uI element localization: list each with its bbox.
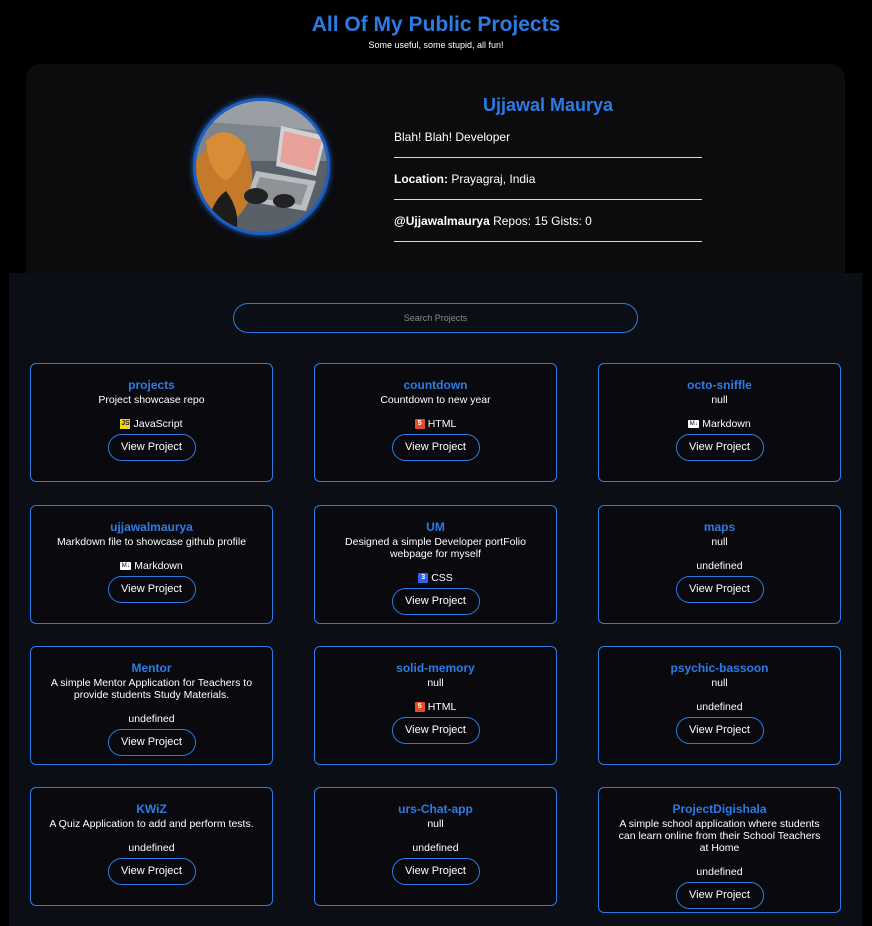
project-name: KWiZ: [136, 802, 167, 816]
project-language: M↓ Markdown: [599, 418, 840, 430]
project-description: A simple school application where studen…: [618, 818, 821, 854]
project-language: undefined: [31, 713, 272, 725]
profile-bio: Blah! Blah! Developer: [394, 116, 702, 158]
username: @Ujjawalmaurya: [394, 214, 490, 228]
view-project-button[interactable]: View Project: [391, 858, 480, 885]
project-card: solid-memory null 5 HTML View Project: [314, 646, 557, 765]
project-card: ProjectDigishala A simple school applicat…: [598, 787, 841, 913]
project-description: null: [427, 677, 444, 689]
project-language: JS JavaScript: [31, 418, 272, 430]
view-project-button[interactable]: View Project: [391, 717, 480, 744]
project-description: Designed a simple Developer portFolio we…: [345, 536, 526, 560]
project-card: ujjawalmaurya Markdown file to showcase g…: [30, 505, 273, 624]
language-label: JavaScript: [133, 418, 183, 430]
view-project-button[interactable]: View Project: [107, 858, 196, 885]
project-card: octo-sniffle null M↓ Markdown View Project: [598, 363, 841, 482]
view-project-button[interactable]: View Project: [675, 434, 764, 461]
language-label: undefined: [128, 842, 175, 854]
project-card: urs-Chat-app null undefined View Project: [314, 787, 557, 906]
view-project-button[interactable]: View Project: [391, 434, 480, 461]
project-name: countdown: [403, 378, 468, 392]
project-card: KWiZ A Quiz Application to add and perfor…: [30, 787, 273, 906]
language-label: undefined: [696, 866, 743, 878]
language-label: Markdown: [702, 418, 751, 430]
language-label: undefined: [696, 701, 743, 713]
language-label: undefined: [128, 713, 175, 725]
html5-icon: 5: [414, 419, 425, 429]
profile-stats: @Ujjawalmaurya Repos: 15 Gists: 0: [394, 200, 702, 242]
project-name: psychic-bassoon: [670, 661, 769, 675]
project-language: undefined: [315, 842, 556, 854]
project-name: ujjawalmaurya: [110, 520, 193, 534]
project-name: urs-Chat-app: [398, 802, 473, 816]
project-description: null: [711, 394, 728, 406]
profile-info: Ujjawal Maurya Blah! Blah! Developer Loc…: [394, 94, 702, 242]
project-language: undefined: [599, 701, 840, 713]
project-description: Project showcase repo: [98, 394, 205, 406]
avatar-photo-icon: [196, 101, 327, 232]
language-label: HTML: [427, 418, 457, 430]
language-label: HTML: [427, 701, 457, 713]
profile-name: Ujjawal Maurya: [482, 95, 614, 115]
project-language: 5 HTML: [315, 418, 556, 430]
project-card: Mentor A simple Mentor Application for Te…: [30, 646, 273, 765]
view-project-button[interactable]: View Project: [675, 717, 764, 744]
project-description: null: [427, 818, 444, 830]
html5-icon: 5: [414, 702, 425, 712]
project-description: Markdown file to showcase github profile: [56, 536, 247, 548]
view-project-button[interactable]: View Project: [675, 576, 764, 603]
project-card: psychic-bassoon null undefined View Project: [598, 646, 841, 765]
project-card: UM Designed a simple Developer portFolio …: [314, 505, 557, 624]
project-description: A simple Mentor Application for Teachers…: [50, 677, 253, 701]
project-name: ProjectDigishala: [672, 802, 767, 816]
bio-text: Blah! Blah! Developer: [394, 130, 511, 144]
project-description: null: [711, 536, 728, 548]
project-name: octo-sniffle: [687, 378, 752, 392]
project-name: solid-memory: [396, 661, 475, 675]
location-value: Prayagraj, India: [451, 172, 536, 186]
search-input[interactable]: [233, 303, 638, 333]
project-name: UM: [426, 520, 445, 534]
project-language: undefined: [599, 866, 840, 878]
project-language: undefined: [31, 842, 272, 854]
project-description: Countdown to new year: [380, 394, 491, 406]
page-subtitle: Some useful, some stupid, all fun!: [368, 40, 504, 50]
language-label: Markdown: [134, 560, 183, 572]
javascript-icon: JS: [120, 419, 131, 429]
view-project-button[interactable]: View Project: [107, 434, 196, 461]
project-language: M↓ Markdown: [31, 560, 272, 572]
markdown-icon: M↓: [120, 562, 132, 570]
project-card: projects Project showcase repo JS JavaScrip…: [30, 363, 273, 482]
project-name: projects: [128, 378, 175, 392]
avatar: [193, 98, 330, 235]
project-card: countdown Countdown to new year 5 HTML View …: [314, 363, 557, 482]
markdown-icon: M↓: [688, 420, 700, 428]
profile-location: Location: Prayagraj, India: [394, 158, 702, 200]
language-label: undefined: [412, 842, 459, 854]
project-description: A Quiz Application to add and perform te…: [49, 818, 254, 830]
language-label: CSS: [431, 572, 453, 584]
location-label: Location:: [394, 172, 448, 186]
view-project-button[interactable]: View Project: [107, 729, 196, 756]
projects-area: projects Project showcase repo JSJavaScrip…: [9, 273, 862, 926]
page-title: All Of My Public Projects: [311, 13, 561, 36]
project-language: 5 HTML: [315, 701, 556, 713]
project-name: maps: [703, 520, 736, 534]
profile-card: Ujjawal Maurya Blah! Blah! Developer Loc…: [26, 64, 845, 294]
project-card: maps null undefined View Project: [598, 505, 841, 624]
page-header: All Of My Public Projects Some useful, s…: [0, 0, 872, 64]
css3-icon: 3: [418, 573, 429, 583]
view-project-button[interactable]: View Project: [675, 882, 764, 909]
project-language: 3 CSS: [315, 572, 556, 584]
project-name: Mentor: [131, 661, 172, 675]
view-project-button[interactable]: View Project: [107, 576, 196, 603]
project-language: undefined: [599, 560, 840, 572]
view-project-button[interactable]: View Project: [391, 588, 480, 615]
project-description: null: [711, 677, 728, 689]
language-label: undefined: [696, 560, 743, 572]
repo-gist-stats: Repos: 15 Gists: 0: [493, 214, 592, 228]
